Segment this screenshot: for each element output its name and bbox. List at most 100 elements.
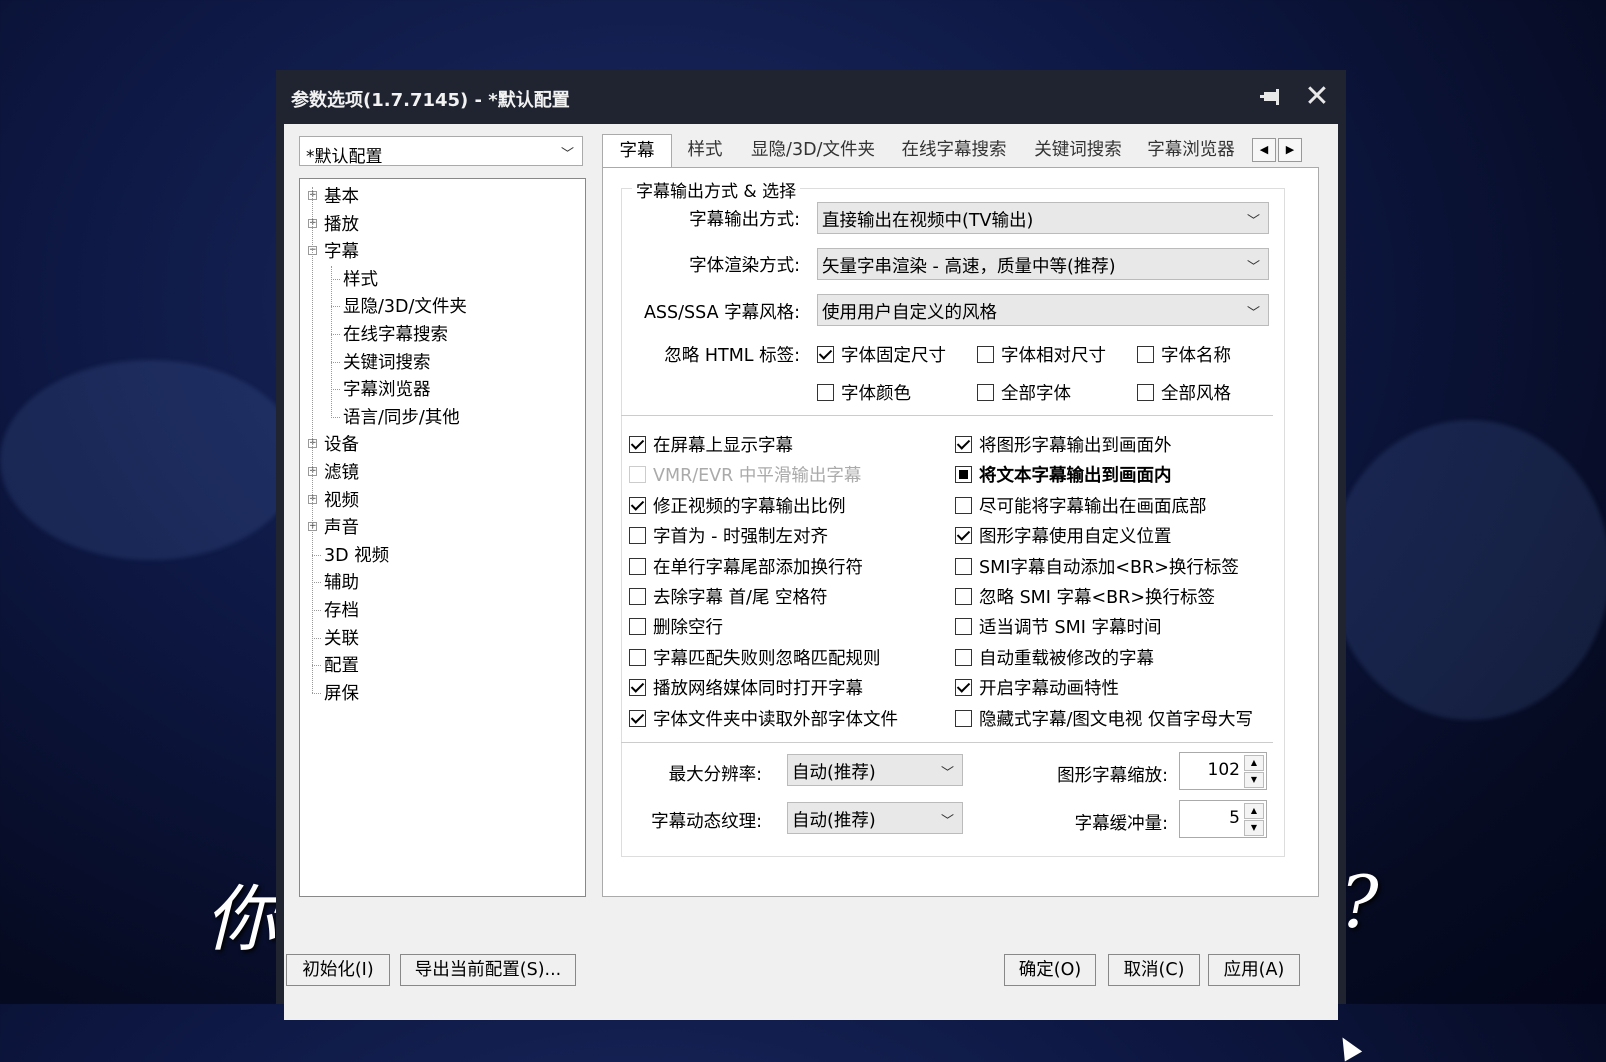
tree-item[interactable]: 样式 [343,266,378,291]
pin-icon[interactable] [1260,86,1286,110]
checkbox-icon[interactable] [629,557,646,575]
tree-item[interactable]: 在线字幕搜索 [343,321,448,346]
checked-checkbox-icon[interactable] [629,709,646,727]
tree-item[interactable]: 设备 [324,431,359,456]
tree-item[interactable]: 屏保 [324,680,359,705]
html-tag-option[interactable]: 字体名称 [1137,342,1231,367]
scroll-left-icon[interactable]: ◀ [1252,138,1276,162]
html-tag-option[interactable]: 字体固定尺寸 [817,342,946,367]
checked-checkbox-icon[interactable] [629,496,646,514]
tree-item[interactable]: 字幕 [324,238,359,263]
profile-dropdown[interactable]: *默认配置 ﹀ [299,136,583,167]
subtitle-option[interactable]: 播放网络媒体同时打开字幕 [629,675,863,700]
checked-checkbox-icon[interactable] [955,436,972,453]
checkbox-icon[interactable] [955,557,972,575]
html-tag-option[interactable]: 字体颜色 [817,380,911,405]
subtitle-option[interactable]: 字体文件夹中读取外部字体文件 [629,706,898,731]
subtitle-option[interactable]: 适当调节 SMI 字幕时间 [955,614,1162,639]
spin-up-icon[interactable]: ▲ [1244,755,1264,771]
tree-item[interactable]: 存档 [324,597,359,622]
checkbox-icon[interactable] [629,588,646,605]
checked-checkbox-icon[interactable] [817,346,834,363]
checkbox-icon[interactable] [955,466,972,484]
output-mode-dropdown[interactable]: 直接输出在视频中(TV输出) ﹀ [817,202,1269,234]
title-bar[interactable]: 参数选项(1.7.7145) - *默认配置 ✕ [276,70,1346,128]
tab-0[interactable]: 字幕 [602,134,672,169]
checked-checkbox-icon[interactable] [629,679,646,697]
scale-stepper[interactable]: 102 ▲ ▼ [1179,752,1267,790]
texture-dropdown[interactable]: 自动(推荐) ﹀ [787,802,963,834]
checked-checkbox-icon[interactable] [629,436,646,453]
checkbox-icon[interactable] [977,384,994,401]
checkbox-icon[interactable] [629,618,646,636]
tree-item[interactable]: 声音 [324,514,359,539]
checkbox-icon[interactable] [1137,346,1154,363]
tree-item[interactable]: 语言/同步/其他 [343,404,460,429]
subtitle-option[interactable]: 自动重载被修改的字幕 [955,645,1154,670]
apply-button[interactable]: 应用(A) [1208,954,1300,986]
tree-item[interactable]: 关键词搜索 [343,349,431,374]
tree-item[interactable]: 基本 [324,183,359,208]
subtitle-option[interactable]: 删除空行 [629,614,723,639]
checkbox-icon[interactable] [955,618,972,636]
subtitle-option[interactable]: 去除字幕 首/尾 空格符 [629,584,828,609]
subtitle-option[interactable]: 在屏幕上显示字幕 [629,432,793,457]
checkbox-icon[interactable] [817,384,834,401]
subtitle-option[interactable]: 字幕匹配失败则忽略匹配规则 [629,645,881,670]
tree-item[interactable]: 关联 [324,625,359,650]
subtitle-option[interactable]: 修正视频的字幕输出比例 [629,493,846,518]
tree-item[interactable]: 配置 [324,652,359,677]
checkbox-icon[interactable] [629,527,646,545]
tree-item[interactable]: 显隐/3D/文件夹 [343,293,467,318]
subtitle-option[interactable]: 忽略 SMI 字幕<BR>换行标签 [955,584,1215,609]
tree-item[interactable]: 字幕浏览器 [343,376,431,401]
tree-item[interactable]: 视频 [324,487,359,512]
html-tag-option[interactable]: 全部字体 [977,380,1071,405]
subtitle-option[interactable]: 将图形字幕输出到画面外 [955,432,1172,457]
checked-checkbox-icon[interactable] [955,527,972,545]
checked-checkbox-icon[interactable] [955,679,972,697]
tree-item[interactable]: 滤镜 [324,459,359,484]
checkbox-icon[interactable] [955,496,972,514]
tab-1[interactable]: 样式 [672,134,738,168]
checkbox-icon[interactable] [1137,384,1154,401]
max-resolution-dropdown[interactable]: 自动(推荐) ﹀ [787,754,963,786]
tree-connector [331,361,340,363]
tab-3[interactable]: 在线字幕搜索 [888,134,1020,168]
subtitle-option[interactable]: 将文本字幕输出到画面内 [955,462,1172,487]
tab-2[interactable]: 显隐/3D/文件夹 [738,134,888,168]
html-tag-option[interactable]: 字体相对尺寸 [977,342,1106,367]
scroll-right-icon[interactable]: ▶ [1278,138,1302,162]
buffer-stepper[interactable]: 5 ▲ ▼ [1179,800,1267,838]
tab-4[interactable]: 关键词搜索 [1020,134,1136,168]
subtitle-option[interactable]: 在单行字幕尾部添加换行符 [629,554,863,579]
background-subtitle-left: 你 [205,877,278,961]
tree-item[interactable]: 3D 视频 [324,542,389,567]
subtitle-option[interactable]: SMI字幕自动添加<BR>换行标签 [955,554,1239,579]
checkbox-label: 在单行字幕尾部添加换行符 [653,557,863,578]
subtitle-option[interactable]: 尽可能将字幕输出在画面底部 [955,493,1207,518]
cancel-button[interactable]: 取消(C) [1108,954,1200,986]
checkbox-icon[interactable] [977,346,994,363]
tab-5[interactable]: 字幕浏览器 [1136,134,1246,168]
subtitle-option[interactable]: 图形字幕使用自定义位置 [955,523,1172,548]
spin-down-icon[interactable]: ▼ [1244,772,1264,788]
html-tag-option[interactable]: 全部风格 [1137,380,1231,405]
spin-down-icon[interactable]: ▼ [1244,820,1264,836]
tree-item[interactable]: 辅助 [324,569,359,594]
checkbox-icon[interactable] [629,648,646,666]
tree-item[interactable]: 播放 [324,211,359,236]
subtitle-option[interactable]: 开启字幕动画特性 [955,675,1119,700]
subtitle-option[interactable]: 字首为 - 时强制左对齐 [629,523,828,548]
render-dropdown[interactable]: 矢量字串渲染 - 高速，质量中等(推荐) ﹀ [817,248,1269,280]
checkbox-icon[interactable] [955,709,972,727]
export-config-button[interactable]: 导出当前配置(S)... [400,954,576,986]
reset-button[interactable]: 初始化(I) [286,954,390,986]
subtitle-option[interactable]: 隐藏式字幕/图文电视 仅首字母大写 [955,706,1253,731]
checkbox-icon[interactable] [955,588,972,605]
checkbox-icon[interactable] [955,648,972,666]
spin-up-icon[interactable]: ▲ [1244,803,1264,819]
close-icon[interactable]: ✕ [1302,80,1332,114]
ass-style-dropdown[interactable]: 使用用户自定义的风格 ﹀ [817,294,1269,326]
ok-button[interactable]: 确定(O) [1004,954,1096,986]
